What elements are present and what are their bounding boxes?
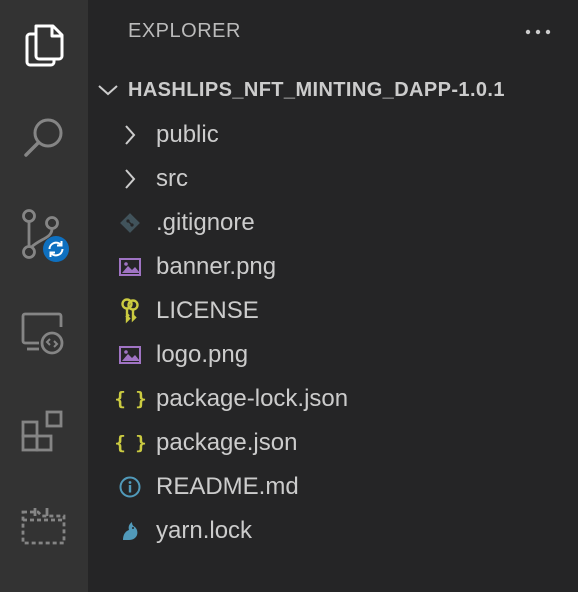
sidebar-title: EXPLORER	[128, 20, 241, 42]
source-control-icon	[14, 206, 74, 266]
activity-remote-explorer-button[interactable]	[0, 290, 88, 378]
git-icon	[116, 201, 144, 245]
image-icon	[116, 245, 144, 289]
chevron-right-icon	[116, 157, 144, 201]
image-icon	[116, 333, 144, 377]
tree-item-label: yarn.lock	[156, 517, 253, 544]
tree-item-file-banner-png[interactable]: banner.png	[88, 245, 578, 289]
explorer-icon	[20, 20, 68, 68]
activity-bar	[0, 0, 88, 592]
activity-project-manager-button[interactable]	[0, 482, 88, 570]
tree-item-label: logo.png	[156, 341, 249, 368]
more-actions-button[interactable]	[522, 18, 554, 46]
activity-search-button[interactable]	[0, 95, 88, 183]
tree-item-label: package-lock.json	[156, 385, 349, 412]
search-icon	[18, 113, 70, 165]
json-icon: { }	[114, 432, 146, 454]
yarn-icon	[116, 509, 144, 553]
tree-item-label: package.json	[156, 429, 298, 456]
tree-item-label: src	[156, 165, 188, 192]
tree-item-label: public	[156, 121, 219, 148]
workspace-folder-header[interactable]: HASHLIPS_NFT_MINTING_DAPP-1.0.1	[88, 68, 578, 112]
activity-source-control-button[interactable]	[0, 192, 88, 280]
activity-explorer-button[interactable]	[0, 0, 88, 88]
info-icon	[116, 465, 144, 509]
workspace-folder-name: HASHLIPS_NFT_MINTING_DAPP-1.0.1	[128, 78, 505, 101]
tree-item-file-readme-md[interactable]: README.md	[88, 465, 578, 509]
remote-explorer-icon	[17, 307, 71, 361]
vscode-window: EXPLORER HASHLIPS_NFT_MINTING_DAPP-1.0.1	[0, 0, 578, 592]
file-tree: public src .gitignore banner.png LICENSE…	[88, 113, 578, 553]
ellipsis-icon	[524, 23, 552, 41]
extensions-icon	[18, 404, 70, 456]
tree-item-label: LICENSE	[156, 297, 259, 324]
activity-extensions-button[interactable]	[0, 386, 88, 474]
tree-item-file-logo-png[interactable]: logo.png	[88, 333, 578, 377]
tree-item-folder-src[interactable]: src	[88, 157, 578, 201]
project-manager-icon	[18, 500, 70, 552]
chevron-down-icon	[88, 68, 128, 112]
sync-badge	[43, 236, 69, 262]
tree-item-file-license[interactable]: LICENSE	[88, 289, 578, 333]
tree-item-label: .gitignore	[156, 209, 255, 236]
tree-item-file-package-lock-json[interactable]: { } package-lock.json	[88, 377, 578, 421]
chevron-right-icon	[116, 113, 144, 157]
tree-item-file-gitignore[interactable]: .gitignore	[88, 201, 578, 245]
tree-item-file-yarn-lock[interactable]: yarn.lock	[88, 509, 578, 553]
explorer-sidebar: EXPLORER HASHLIPS_NFT_MINTING_DAPP-1.0.1	[88, 0, 578, 592]
tree-item-label: README.md	[156, 473, 299, 500]
json-icon: { }	[114, 388, 146, 410]
tree-item-file-package-json[interactable]: { } package.json	[88, 421, 578, 465]
license-key-icon	[116, 289, 144, 333]
tree-item-label: banner.png	[156, 253, 277, 280]
tree-item-folder-public[interactable]: public	[88, 113, 578, 157]
